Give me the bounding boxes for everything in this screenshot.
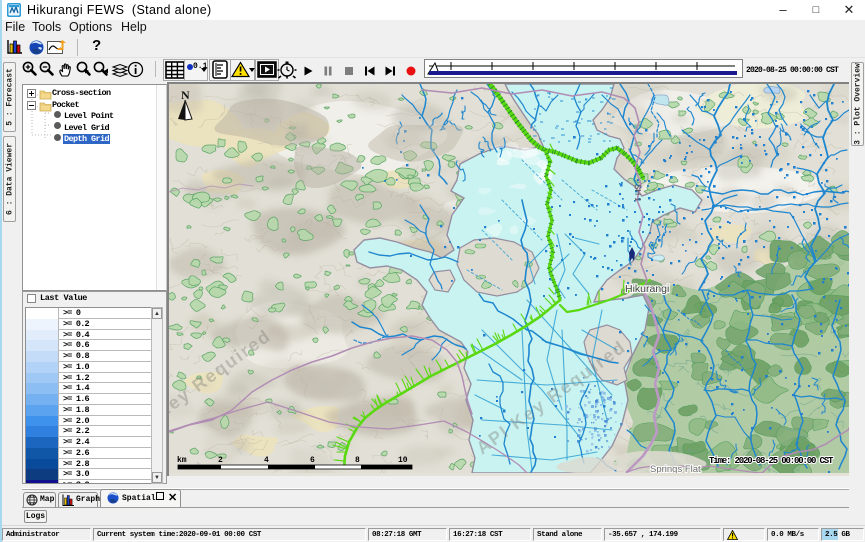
svg-text:4: 4 — [264, 456, 269, 465]
svg-text:Hikurangi: Hikurangi — [625, 283, 669, 295]
svg-text:Time: 2020-08-25 00:00:00 CST: Time: 2020-08-25 00:00:00 CST — [709, 456, 834, 466]
svg-text:km: km — [177, 456, 187, 465]
svg-text:2: 2 — [218, 456, 223, 465]
svg-text:10: 10 — [398, 456, 408, 465]
svg-text:6: 6 — [310, 456, 315, 465]
svg-text:N: N — [181, 88, 190, 102]
svg-text:Springs Flat: Springs Flat — [650, 464, 701, 473]
svg-text:SH 1: SH 1 — [633, 184, 642, 202]
svg-text:8: 8 — [355, 456, 360, 465]
